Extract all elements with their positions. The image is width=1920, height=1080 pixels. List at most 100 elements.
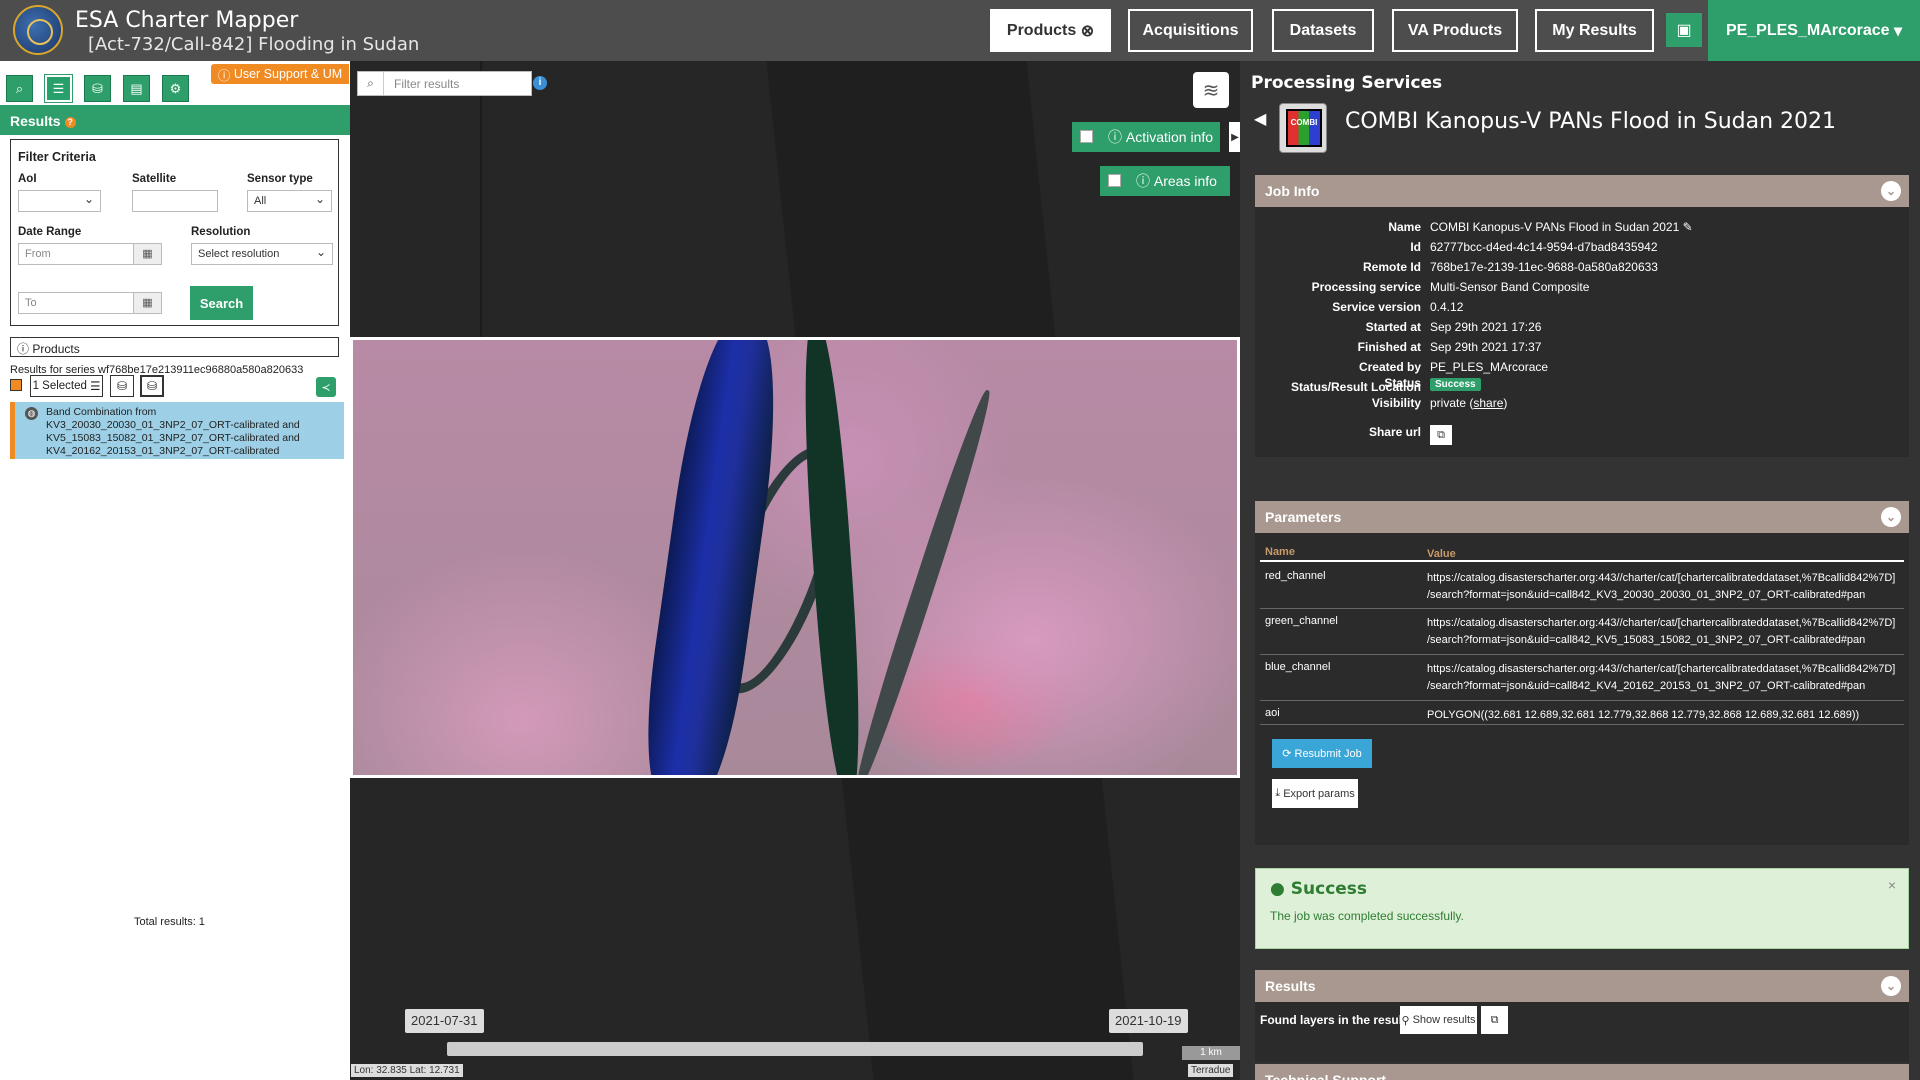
status-badge: Success bbox=[1430, 378, 1481, 391]
charter-logo bbox=[13, 5, 63, 55]
copy-icon[interactable]: ⧉ bbox=[1430, 425, 1452, 445]
gear-icon[interactable]: ⚙ bbox=[162, 75, 189, 102]
job-info-row: Finished at Sep 29th 2021 17:37 bbox=[1255, 340, 1909, 356]
areas-info-label: Areas info bbox=[1153, 173, 1217, 189]
basket-icon[interactable]: ⛁ bbox=[140, 375, 164, 397]
nav-va-products-tab[interactable]: VA Products bbox=[1392, 9, 1518, 52]
table-row: green_channel https://catalog.disastersch… bbox=[1260, 609, 1904, 655]
results-section-header[interactable]: Results ⌄ bbox=[1255, 970, 1909, 1002]
layers-icon[interactable]: ≋ bbox=[1193, 72, 1229, 108]
param-col-value: Value bbox=[1427, 548, 1456, 560]
visibility-row: Visibility private (share) bbox=[1371, 396, 1508, 410]
archive-icon[interactable]: ▤ bbox=[123, 75, 150, 102]
filter-placeholder: Filter results bbox=[394, 77, 460, 91]
basket-icon[interactable]: ⛁ bbox=[84, 75, 111, 102]
sensor-type-label: Sensor type bbox=[247, 173, 313, 185]
info-icon[interactable]: i bbox=[533, 76, 547, 90]
date-to-field[interactable]: To ▦ bbox=[18, 292, 162, 314]
user-menu[interactable]: PE_PLES_MArcorace ▾ bbox=[1708, 0, 1920, 61]
chevron-down-icon[interactable]: ⌄ bbox=[1881, 507, 1901, 527]
share-icon[interactable]: ≺ bbox=[316, 377, 336, 397]
search-icon: ⌕ bbox=[358, 72, 384, 95]
info-icon: ⓘ bbox=[1136, 173, 1150, 189]
filter-heading: Filter Criteria bbox=[18, 150, 96, 164]
right-panel: Processing Services ◀ COMBI COMBI Kanopu… bbox=[1240, 61, 1920, 1080]
total-results: Total results: 1 bbox=[134, 916, 205, 928]
timeline-start-date: 2021-07-31 bbox=[405, 1009, 484, 1033]
job-info-key: Service version bbox=[1332, 300, 1421, 314]
search-icon[interactable]: ⌕ bbox=[6, 75, 33, 102]
status-row: Status Success bbox=[1255, 376, 1909, 392]
aoi-select[interactable] bbox=[18, 190, 101, 212]
tool-strip: ⌕ ☰ ⛁ ▤ ⚙ ⓘ User Support & UM bbox=[0, 61, 350, 104]
chevron-down-icon[interactable]: ⌄ bbox=[1881, 181, 1901, 201]
calendar-icon[interactable]: ▦ bbox=[133, 293, 161, 313]
caret-down-icon: ▾ bbox=[1894, 22, 1903, 40]
job-info-value: Multi-Sensor Band Composite bbox=[1430, 280, 1590, 294]
aoi-label: AoI bbox=[18, 173, 37, 185]
job-info-key: Started at bbox=[1365, 320, 1421, 334]
export-params-button[interactable]: ⤓ Export params bbox=[1272, 779, 1358, 808]
nav-my-results-tab[interactable]: My Results bbox=[1535, 9, 1654, 52]
filter-results-input[interactable]: ⌕ Filter results bbox=[357, 71, 532, 96]
table-row: blue_channel https://catalog.disasterscha… bbox=[1260, 655, 1904, 701]
results-section-heading: Results bbox=[1265, 978, 1316, 994]
job-info-value: Sep 29th 2021 17:37 bbox=[1430, 340, 1542, 354]
copy-icon[interactable]: ⧉ bbox=[1481, 1006, 1508, 1034]
timeline-slider[interactable] bbox=[447, 1042, 1143, 1056]
sensor-type-select[interactable]: All bbox=[247, 190, 332, 212]
briefcase-icon[interactable]: ▣ bbox=[1666, 13, 1702, 47]
activation-info-button[interactable]: ⓘ Activation info bbox=[1072, 122, 1220, 152]
chevron-down-icon[interactable]: ⌄ bbox=[1881, 976, 1901, 996]
job-info-value: 768be17e-2139-11ec-9688-0a580a820633 bbox=[1430, 260, 1658, 274]
activation-info-checkbox[interactable] bbox=[1080, 130, 1093, 143]
user-support-label: User Support & UM bbox=[233, 67, 343, 81]
job-info-header[interactable]: Job Info ⌄ bbox=[1255, 175, 1909, 207]
calendar-icon[interactable]: ▦ bbox=[133, 244, 161, 264]
date-from-field[interactable]: From ▦ bbox=[18, 243, 162, 265]
back-arrow-icon[interactable]: ◀ bbox=[1254, 109, 1266, 129]
add-to-basket-icon[interactable]: ⛁ bbox=[110, 375, 134, 397]
app-title: ESA Charter Mapper bbox=[75, 8, 299, 33]
visibility-label: Visibility bbox=[1371, 396, 1421, 410]
close-icon[interactable]: × bbox=[1888, 877, 1896, 893]
results-header: Results? bbox=[0, 105, 350, 135]
job-info-row: Started at Sep 29th 2021 17:26 bbox=[1255, 320, 1909, 336]
success-message: The job was completed successfully. bbox=[1270, 909, 1464, 923]
globe-icon: ◍ bbox=[25, 407, 38, 420]
nav-products-tab[interactable]: Products ⊗ bbox=[990, 9, 1111, 52]
select-all-checkbox[interactable] bbox=[10, 379, 22, 391]
param-value-line1: https://catalog.disasterscharter.org:443… bbox=[1427, 617, 1896, 629]
resolution-select[interactable]: Select resolution bbox=[191, 243, 333, 265]
activation-title: [Act-732/Call-842] Flooding in Sudan bbox=[88, 34, 420, 55]
user-support-button[interactable]: ⓘ User Support & UM bbox=[211, 64, 349, 84]
show-results-button[interactable]: ⚲ Show results bbox=[1400, 1006, 1477, 1034]
nav-datasets-tab[interactable]: Datasets bbox=[1272, 9, 1374, 52]
map-view[interactable] bbox=[350, 61, 1240, 1080]
parameters-header[interactable]: Parameters ⌄ bbox=[1255, 501, 1909, 533]
share-link[interactable]: share bbox=[1473, 396, 1503, 410]
check-circle-icon: ● bbox=[1270, 879, 1285, 899]
resubmit-job-button[interactable]: ⟳ Resubmit Job bbox=[1272, 739, 1372, 768]
selected-count-button[interactable]: 1 Selected ☰ bbox=[30, 375, 103, 397]
close-circle-icon[interactable]: ⊗ bbox=[1081, 21, 1094, 41]
param-value-line2: /search?format=json&uid=call842_KV5_1508… bbox=[1427, 634, 1866, 646]
technical-support-header[interactable]: Technical Support bbox=[1255, 1064, 1909, 1080]
date-to-placeholder: To bbox=[25, 297, 37, 309]
search-button[interactable]: Search bbox=[190, 286, 253, 320]
param-value-line1: POLYGON((32.681 12.689,32.681 12.779,32.… bbox=[1427, 709, 1860, 721]
share-url-label: Share url bbox=[1368, 425, 1421, 439]
job-info-key: Finished at bbox=[1357, 340, 1421, 354]
list-item[interactable]: ◍ Band Combination from KV3_20030_20030_… bbox=[10, 402, 344, 459]
job-info-key: Name bbox=[1388, 220, 1421, 234]
satellite-input[interactable] bbox=[132, 190, 218, 212]
areas-info-button[interactable]: ⓘ Areas info bbox=[1100, 166, 1230, 196]
technical-support-heading: Technical Support bbox=[1265, 1072, 1387, 1080]
list-icon[interactable]: ☰ bbox=[45, 75, 72, 102]
combi-icon-text: COMBI bbox=[1290, 118, 1318, 127]
help-icon[interactable]: ? bbox=[64, 117, 76, 128]
timeline-end-date: 2021-10-19 bbox=[1109, 1009, 1188, 1033]
job-info-body: Name COMBI Kanopus-V PANs Flood in Sudan … bbox=[1255, 207, 1909, 457]
nav-acquisitions-tab[interactable]: Acquisitions bbox=[1128, 9, 1253, 52]
areas-info-checkbox[interactable] bbox=[1108, 174, 1121, 187]
